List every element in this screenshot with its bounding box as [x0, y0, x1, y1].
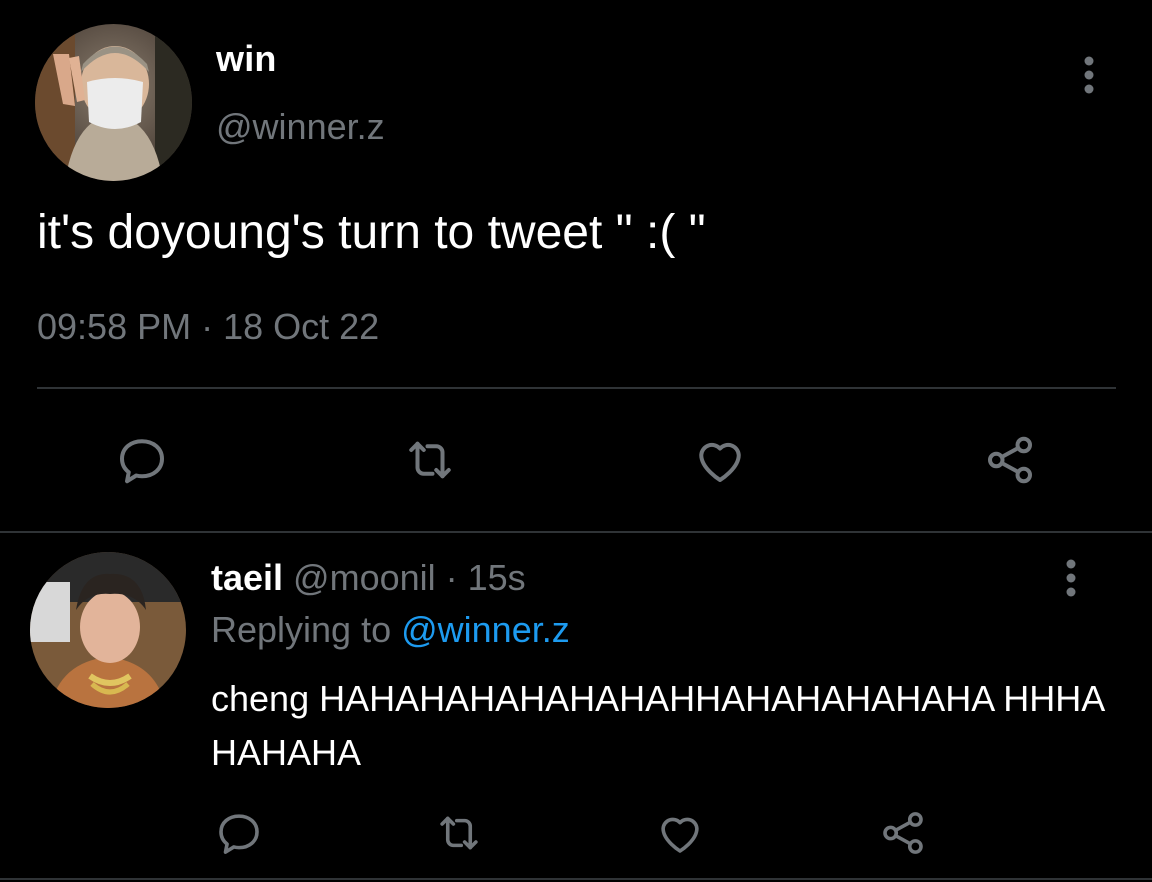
- avatar[interactable]: [35, 24, 192, 181]
- tweet-text: it's doyoung's turn to tweet " :( ": [37, 206, 706, 259]
- user-handle[interactable]: @winner.z: [216, 106, 385, 148]
- display-name[interactable]: taeil: [211, 557, 283, 598]
- mention-link[interactable]: @winner.z: [401, 609, 570, 650]
- replying-to: Replying to @winner.z: [211, 609, 570, 651]
- divider: [37, 387, 1116, 389]
- retweet-icon[interactable]: [400, 430, 460, 490]
- more-vertical-icon[interactable]: [1074, 55, 1104, 95]
- share-icon[interactable]: [876, 806, 930, 860]
- replying-to-label: Replying to: [211, 609, 402, 650]
- display-name[interactable]: win: [216, 38, 277, 80]
- reply-icon[interactable]: [212, 806, 266, 860]
- divider: [0, 531, 1152, 533]
- tweet-detail-page: win @winner.z it's doyoung's turn to twe…: [0, 0, 1152, 882]
- more-vertical-icon[interactable]: [1056, 558, 1086, 598]
- like-icon[interactable]: [653, 806, 707, 860]
- reply-header: taeil @moonil · 15s: [211, 557, 526, 599]
- share-icon[interactable]: [980, 430, 1040, 490]
- like-icon[interactable]: [690, 430, 750, 490]
- avatar[interactable]: [30, 552, 186, 708]
- reply-text: cheng HAHAHAHAHAHAHAHHAHAHAHAHAHA HHHAHA…: [211, 678, 1106, 773]
- tweet-timestamp[interactable]: 09:58 PM · 18 Oct 22: [37, 306, 379, 348]
- reply-icon[interactable]: [112, 430, 172, 490]
- main-tweet: win @winner.z it's doyoung's turn to twe…: [0, 0, 1152, 532]
- divider: [0, 878, 1152, 880]
- user-handle-time[interactable]: @moonil · 15s: [283, 557, 526, 598]
- retweet-icon[interactable]: [432, 806, 486, 860]
